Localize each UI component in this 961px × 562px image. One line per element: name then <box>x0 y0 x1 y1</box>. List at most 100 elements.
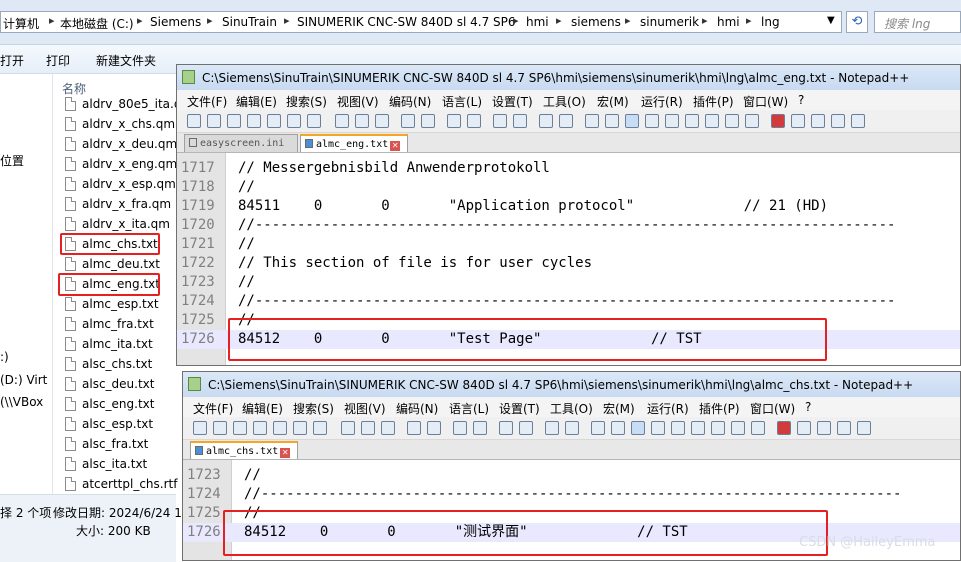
notepadpp-window-eng[interactable]: C:\Siemens\SinuTrain\SINUMERIK CNC-SW 84… <box>176 64 961 366</box>
print-button[interactable]: 打印 <box>46 52 70 69</box>
breadcrumb-separator-icon[interactable]: ▸ <box>207 14 213 27</box>
redo-icon[interactable] <box>421 114 435 128</box>
notepadpp-window-chs[interactable]: C:\Siemens\SinuTrain\SINUMERIK CNC-SW 84… <box>182 371 961 561</box>
undo-icon[interactable] <box>407 421 421 435</box>
sync-horizontal-icon[interactable] <box>565 421 579 435</box>
window-title-bar[interactable]: C:\Siemens\SinuTrain\SINUMERIK CNC-SW 84… <box>183 372 960 397</box>
menu-language[interactable]: 语言(L) <box>449 400 489 417</box>
sync-vertical-icon[interactable] <box>539 114 553 128</box>
menu-run[interactable]: 运行(R) <box>647 400 689 417</box>
file-item[interactable]: atcerttpl_chs.rtf <box>65 476 177 494</box>
address-bar[interactable]: 计算机 ▸ 本地磁盘 (C:) ▸ Siemens ▸ SinuTrain ▸ … <box>0 11 842 33</box>
indent-guide-icon[interactable] <box>631 421 645 435</box>
udl-icon[interactable] <box>645 114 659 128</box>
copy-icon[interactable] <box>355 114 369 128</box>
zoom-in-icon[interactable] <box>499 421 513 435</box>
show-all-chars-icon[interactable] <box>605 114 619 128</box>
close-icon[interactable] <box>267 114 281 128</box>
replace-icon[interactable] <box>473 421 487 435</box>
open-button[interactable]: 打开 <box>0 52 24 69</box>
find-icon[interactable] <box>447 114 461 128</box>
zoom-out-icon[interactable] <box>519 421 533 435</box>
code-line[interactable]: 1723 // <box>177 273 960 292</box>
breadcrumb-hmi[interactable]: hmi <box>526 15 549 29</box>
doc-map-icon[interactable] <box>665 114 679 128</box>
breadcrumb-siemens[interactable]: Siemens <box>150 15 201 29</box>
save-macro-icon[interactable] <box>857 421 871 435</box>
menu-view[interactable]: 视图(V) <box>344 400 386 417</box>
breadcrumb-separator-icon[interactable]: ▸ <box>702 14 708 27</box>
menu-settings[interactable]: 设置(T) <box>499 400 540 417</box>
breadcrumb-separator-icon[interactable]: ▸ <box>746 14 752 27</box>
file-item[interactable]: aldrv_x_chs.qm <box>65 116 175 134</box>
file-item[interactable]: aldrv_80e5_ita.qm <box>65 96 193 114</box>
code-line[interactable]: 1719 84511 0 0 "Application protocol" // … <box>177 197 960 216</box>
menu-help[interactable]: ? <box>798 93 804 107</box>
save-macro-icon[interactable] <box>851 114 865 128</box>
new-file-icon[interactable] <box>187 114 201 128</box>
indent-guide-icon[interactable] <box>625 114 639 128</box>
menu-window[interactable]: 窗口(W) <box>750 400 795 417</box>
menu-plugins[interactable]: 插件(P) <box>699 400 740 417</box>
code-line[interactable]: 1725 // <box>177 311 960 330</box>
menu-plugins[interactable]: 插件(P) <box>693 93 734 110</box>
chevron-down-icon[interactable]: ▼ <box>827 15 835 26</box>
udl-icon[interactable] <box>651 421 665 435</box>
breadcrumb-hmi-2[interactable]: hmi <box>717 15 740 29</box>
record-macro-icon[interactable] <box>771 114 785 128</box>
menu-settings[interactable]: 设置(T) <box>492 93 533 110</box>
save-all-icon[interactable] <box>253 421 267 435</box>
file-item[interactable]: alsc_deu.txt <box>65 376 175 394</box>
word-wrap-icon[interactable] <box>585 114 599 128</box>
monitoring-icon[interactable] <box>751 421 765 435</box>
save-icon[interactable] <box>227 114 241 128</box>
file-item[interactable]: alsc_chs.txt <box>65 356 175 374</box>
file-item[interactable]: alsc_fra.txt <box>65 436 175 454</box>
breadcrumb-separator-icon[interactable]: ▸ <box>625 14 631 27</box>
folder-workspace-icon[interactable] <box>725 114 739 128</box>
menu-search[interactable]: 搜索(S) <box>286 93 327 110</box>
zoom-out-icon[interactable] <box>513 114 527 128</box>
close-icon[interactable] <box>273 421 287 435</box>
code-line[interactable]: 1722 // This section of file is for user … <box>177 254 960 273</box>
file-item[interactable]: alsc_eng.txt <box>65 396 175 414</box>
code-editor[interactable]: 1717 // Messergebnisbild Anwenderprotokol… <box>177 153 960 365</box>
breadcrumb-separator-icon[interactable]: ▸ <box>556 14 562 27</box>
code-line[interactable]: 1721 // <box>177 235 960 254</box>
menu-tools[interactable]: 工具(O) <box>543 93 586 110</box>
nav-item-network[interactable]: (\\VBox <box>0 395 43 409</box>
file-item[interactable]: almc_ita.txt <box>65 336 175 354</box>
code-line[interactable]: 1724 //----------------------------------… <box>183 485 960 504</box>
close-tab-icon[interactable]: ✕ <box>390 141 401 151</box>
close-all-icon[interactable] <box>287 114 301 128</box>
new-folder-button[interactable]: 新建文件夹 <box>96 52 156 69</box>
word-wrap-icon[interactable] <box>591 421 605 435</box>
refresh-icon[interactable]: ⟲ <box>846 11 868 33</box>
show-all-chars-icon[interactable] <box>611 421 625 435</box>
doc-list-icon[interactable] <box>685 114 699 128</box>
nav-item-location[interactable]: 位置 <box>0 152 24 169</box>
breadcrumb-drive-c[interactable]: 本地磁盘 (C:) <box>60 15 134 32</box>
record-macro-icon[interactable] <box>777 421 791 435</box>
menu-edit[interactable]: 编辑(E) <box>242 400 283 417</box>
nav-item-drive-d[interactable]: (D:) Virt <box>0 373 47 387</box>
sync-vertical-icon[interactable] <box>545 421 559 435</box>
menu-macro[interactable]: 宏(M) <box>603 400 635 417</box>
column-header-name[interactable]: 名称 <box>62 80 86 97</box>
menu-tools[interactable]: 工具(O) <box>550 400 593 417</box>
save-all-icon[interactable] <box>247 114 261 128</box>
zoom-in-icon[interactable] <box>493 114 507 128</box>
nav-item-drive-c[interactable]: :) <box>0 350 9 364</box>
breadcrumb-sinutrain[interactable]: SinuTrain <box>222 15 277 29</box>
print-icon[interactable] <box>307 114 321 128</box>
run-macro-multiple-icon[interactable] <box>831 114 845 128</box>
file-item[interactable]: aldrv_x_deu.qm <box>65 136 177 154</box>
code-line[interactable]: 1723 // <box>183 466 960 485</box>
close-all-icon[interactable] <box>293 421 307 435</box>
menu-file[interactable]: 文件(F) <box>187 93 227 110</box>
stop-macro-icon[interactable] <box>791 114 805 128</box>
open-file-icon[interactable] <box>213 421 227 435</box>
play-macro-icon[interactable] <box>811 114 825 128</box>
function-list-icon[interactable] <box>705 114 719 128</box>
close-tab-icon[interactable]: ✕ <box>280 448 291 458</box>
